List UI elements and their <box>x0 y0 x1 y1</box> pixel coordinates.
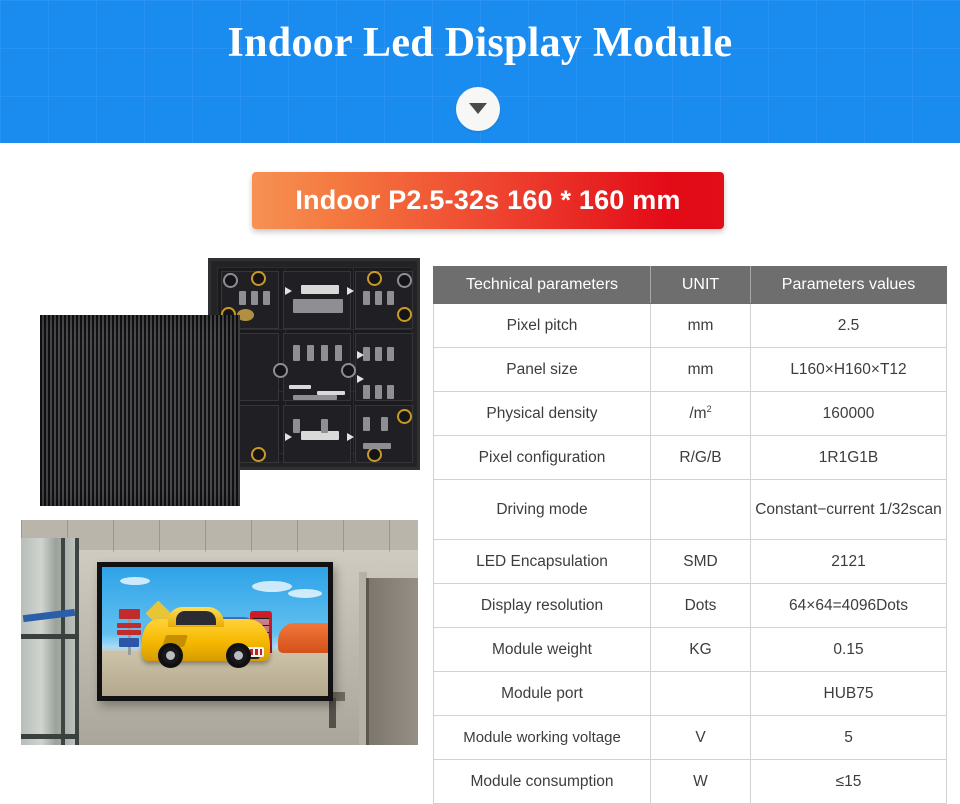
table-row: Module port HUB75 <box>433 671 947 716</box>
cell-value: 0.15 <box>750 627 947 672</box>
table-row: Panel size mm L160×H160×T12 <box>433 347 947 392</box>
product-title-label: Indoor P2.5-32s 160 * 160 mm <box>295 185 681 215</box>
module-led-front-panel <box>40 315 240 506</box>
cell-value: Constant−current 1/32scan <box>750 479 947 540</box>
cell-unit: /m2 <box>650 391 751 436</box>
cell-unit <box>650 479 751 540</box>
cell-parameter: Physical density <box>433 391 651 436</box>
screen-mount-arm <box>329 698 336 728</box>
cell-unit: SMD <box>650 539 751 584</box>
page-title: Indoor Led Display Module <box>227 20 733 66</box>
table-row: Physical density /m2 160000 <box>433 391 947 436</box>
pcb-inner-frame <box>217 267 413 463</box>
cell-unit: mm <box>650 347 751 392</box>
led-wall-installation-photo <box>21 520 418 745</box>
led-module-photo <box>12 258 422 506</box>
table-row: Module consumption W ≤15 <box>433 759 947 804</box>
column-header-values: Parameters values <box>750 266 947 304</box>
cell-parameter: Module port <box>433 671 651 716</box>
cell-parameter: Module weight <box>433 627 651 672</box>
cell-value: L160×H160×T12 <box>750 347 947 392</box>
cell-unit: W <box>650 759 751 804</box>
cell-value: 2.5 <box>750 303 947 348</box>
cell-parameter: LED Encapsulation <box>433 539 651 584</box>
table-row: Display resolution Dots 64×64=4096Dots <box>433 583 947 628</box>
cell-unit: V <box>650 715 751 760</box>
table-row: Pixel configuration R/G/B 1R1G1B <box>433 435 947 480</box>
cell-parameter: Pixel configuration <box>433 435 651 480</box>
glass-partition <box>21 538 79 745</box>
cell-parameter: Pixel pitch <box>433 303 651 348</box>
table-row: Pixel pitch mm 2.5 <box>433 303 947 348</box>
cell-unit <box>650 671 751 716</box>
screen-car-orange <box>278 623 328 653</box>
cell-parameter: Display resolution <box>433 583 651 628</box>
room-ceiling <box>21 520 418 552</box>
led-screen-frame <box>97 562 333 701</box>
table-row: Driving mode Constant−current 1/32scan <box>433 479 947 540</box>
cell-unit: Dots <box>650 583 751 628</box>
product-title-bar: Indoor P2.5-32s 160 * 160 mm <box>252 172 724 229</box>
cell-value: ≤15 <box>750 759 947 804</box>
cell-value: 1R1G1B <box>750 435 947 480</box>
scroll-down-button[interactable] <box>456 87 500 131</box>
cell-unit: KG <box>650 627 751 672</box>
chevron-down-icon <box>469 103 487 114</box>
column-header-parameters: Technical parameters <box>433 266 651 304</box>
cell-value: 2121 <box>750 539 947 584</box>
table-row: Module working voltage V 5 <box>433 715 947 760</box>
cell-parameter: Panel size <box>433 347 651 392</box>
cell-parameter: Module consumption <box>433 759 651 804</box>
cell-parameter: Driving mode <box>433 479 651 540</box>
cell-value: HUB75 <box>750 671 947 716</box>
led-screen-content <box>102 567 328 696</box>
table-header-row: Technical parameters UNIT Parameters val… <box>433 266 947 304</box>
page-header-banner: Indoor Led Display Module <box>0 0 960 143</box>
table-row: Module weight KG 0.15 <box>433 627 947 672</box>
specification-table: Technical parameters UNIT Parameters val… <box>433 266 947 804</box>
screen-car-yellow <box>142 607 270 668</box>
cell-parameter: Module working voltage <box>433 715 651 760</box>
cell-unit: R/G/B <box>650 435 751 480</box>
room-door <box>366 578 418 745</box>
cell-unit: mm <box>650 303 751 348</box>
table-row: LED Encapsulation SMD 2121 <box>433 539 947 584</box>
cell-value: 5 <box>750 715 947 760</box>
column-header-unit: UNIT <box>650 266 751 304</box>
cell-value: 160000 <box>750 391 947 436</box>
cell-value: 64×64=4096Dots <box>750 583 947 628</box>
